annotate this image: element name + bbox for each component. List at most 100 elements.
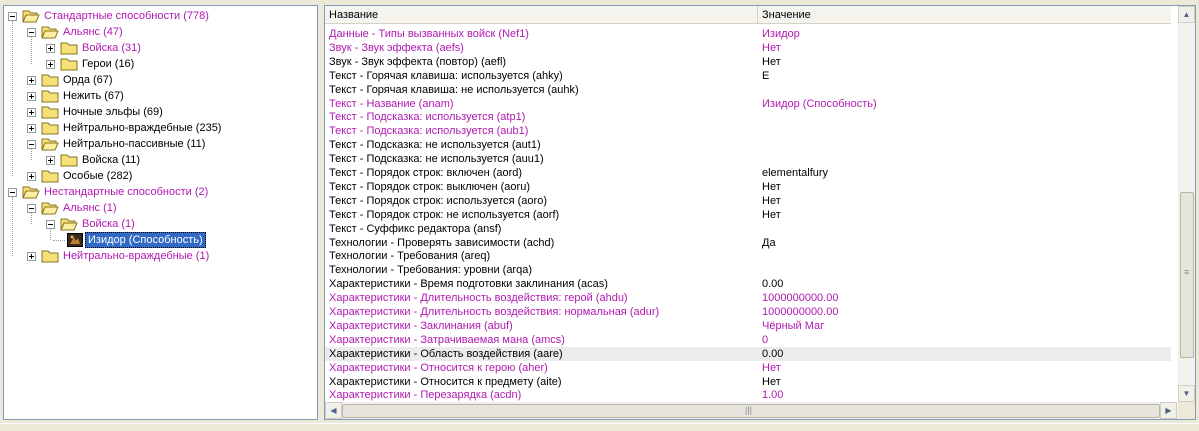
property-value[interactable]: Нет bbox=[762, 194, 781, 208]
expand-icon[interactable] bbox=[27, 124, 36, 133]
tree-item[interactable]: Нейтрально-враждебные (1) bbox=[4, 248, 317, 264]
column-header-name[interactable]: Название bbox=[325, 6, 758, 24]
property-value[interactable]: 0.00 bbox=[762, 347, 783, 361]
property-value[interactable]: 1000000000.00 bbox=[762, 291, 838, 305]
property-value[interactable]: Нет bbox=[762, 41, 781, 55]
collapse-icon[interactable] bbox=[27, 28, 36, 37]
vertical-scrollbar[interactable]: ▲ ≡ ▼ bbox=[1178, 6, 1195, 402]
tree-item[interactable]: Особые (282) bbox=[4, 168, 317, 184]
property-row[interactable]: Технологии - Требования (areq) bbox=[325, 249, 1171, 263]
property-row[interactable]: Характеристики - Заклинания (abuf) Чёрный… bbox=[325, 319, 1171, 333]
tree-item[interactable]: Изидор (Способность) bbox=[4, 232, 317, 248]
tree-item-label: Изидор (Способность) bbox=[85, 232, 206, 248]
property-row[interactable]: Текст - Подсказка: используется (atp1) bbox=[325, 110, 1171, 124]
scroll-up-icon[interactable]: ▲ bbox=[1178, 6, 1195, 23]
property-value[interactable]: 0.00 bbox=[762, 277, 783, 291]
property-value[interactable]: Нет bbox=[762, 55, 781, 69]
property-row[interactable]: Характеристики - Длительность воздействи… bbox=[325, 305, 1171, 319]
property-value[interactable]: Изидор bbox=[762, 27, 800, 41]
expand-icon[interactable] bbox=[27, 172, 36, 181]
property-row[interactable]: Данные - Типы вызванных войск (Nef1) Изид… bbox=[325, 27, 1171, 41]
property-row[interactable]: Текст - Подсказка: используется (aub1) bbox=[325, 124, 1171, 138]
folder-icon bbox=[41, 25, 59, 39]
tree-item[interactable]: Войска (1) bbox=[4, 216, 317, 232]
property-name: Текст - Горячая клавиша: не используется… bbox=[329, 83, 579, 96]
property-row[interactable]: Текст - Порядок строк: используется (aor… bbox=[325, 194, 1171, 208]
property-value[interactable]: Нет bbox=[762, 180, 781, 194]
tree-item[interactable]: Орда (67) bbox=[4, 72, 317, 88]
property-value[interactable]: Нет bbox=[762, 208, 781, 222]
collapse-icon[interactable] bbox=[8, 12, 17, 21]
tree-item[interactable]: Нейтрально-пассивные (11) bbox=[4, 136, 317, 152]
collapse-icon[interactable] bbox=[27, 204, 36, 213]
property-row[interactable]: Технологии - Проверять зависимости (achd… bbox=[325, 236, 1171, 250]
vertical-scroll-thumb[interactable]: ≡ bbox=[1180, 192, 1194, 358]
property-row[interactable]: Текст - Подсказка: не используется (aut1… bbox=[325, 138, 1171, 152]
property-row[interactable]: Технологии - Требования: уровни (arqa) bbox=[325, 263, 1171, 277]
property-row[interactable]: Текст - Порядок строк: выключен (aoru) Не… bbox=[325, 180, 1171, 194]
horizontal-scroll-thumb[interactable]: ||| bbox=[342, 404, 1160, 418]
property-row[interactable]: Характеристики - Перезарядка (acdn) 1.00 bbox=[325, 388, 1171, 402]
property-row[interactable]: Характеристики - Время подготовки заклин… bbox=[325, 277, 1171, 291]
property-value[interactable]: Да bbox=[762, 236, 776, 250]
tree-item[interactable]: Альянс (47) bbox=[4, 24, 317, 40]
horizontal-scrollbar[interactable]: ◀ ||| ▶ bbox=[325, 402, 1178, 419]
ability-tree[interactable]: Стандартные способности (778) Альянс (47)… bbox=[3, 5, 318, 420]
tree-item[interactable]: Ночные эльфы (69) bbox=[4, 104, 317, 120]
collapse-icon[interactable] bbox=[46, 220, 55, 229]
property-name: Звук - Звук эффекта (aefs) bbox=[329, 41, 464, 54]
property-value[interactable]: Нет bbox=[762, 361, 781, 375]
property-row[interactable]: Текст - Порядок строк: включен (aord) ele… bbox=[325, 166, 1171, 180]
expand-icon[interactable] bbox=[27, 108, 36, 117]
tree-item[interactable]: Нежить (67) bbox=[4, 88, 317, 104]
expand-icon[interactable] bbox=[46, 156, 55, 165]
tree-item[interactable]: Стандартные способности (778) bbox=[4, 8, 317, 24]
tree-item-label: Ночные эльфы (69) bbox=[63, 106, 163, 118]
property-row[interactable]: Характеристики - Относится к герою (aher… bbox=[325, 361, 1171, 375]
property-value[interactable]: E bbox=[762, 69, 769, 83]
expand-icon[interactable] bbox=[27, 76, 36, 85]
property-row[interactable]: Текст - Горячая клавиша: не используется… bbox=[325, 83, 1171, 97]
ability-icon bbox=[67, 233, 85, 247]
tree-item[interactable]: Герои (16) bbox=[4, 56, 317, 72]
property-row[interactable]: Текст - Суффикс редактора (ansf) bbox=[325, 222, 1171, 236]
property-row[interactable]: Текст - Название (anam) Изидор (Способнос… bbox=[325, 97, 1171, 111]
tree-item[interactable]: Войска (31) bbox=[4, 40, 317, 56]
tree-item-label: Нежить (67) bbox=[63, 90, 124, 102]
property-value[interactable]: elementalfury bbox=[762, 166, 828, 180]
property-row[interactable]: Характеристики - Относится к предмету (a… bbox=[325, 375, 1171, 389]
tree-item[interactable]: Нейтрально-враждебные (235) bbox=[4, 120, 317, 136]
collapse-icon[interactable] bbox=[27, 140, 36, 149]
property-value[interactable]: Изидор (Способность) bbox=[762, 97, 877, 111]
property-row[interactable]: Текст - Порядок строк: не используется (… bbox=[325, 208, 1171, 222]
collapse-icon[interactable] bbox=[8, 188, 17, 197]
property-row[interactable]: Текст - Горячая клавиша: используется (a… bbox=[325, 69, 1171, 83]
property-name: Технологии - Проверять зависимости (achd… bbox=[329, 236, 555, 249]
expand-icon[interactable] bbox=[27, 252, 36, 261]
property-value[interactable]: Нет bbox=[762, 375, 781, 389]
scroll-right-icon[interactable]: ▶ bbox=[1160, 402, 1177, 419]
scroll-down-icon[interactable]: ▼ bbox=[1178, 385, 1195, 402]
scroll-left-icon[interactable]: ◀ bbox=[325, 402, 342, 419]
property-row[interactable]: Звук - Звук эффекта (aefs) Нет bbox=[325, 41, 1171, 55]
property-row[interactable]: Характеристики - Длительность воздействи… bbox=[325, 291, 1171, 305]
property-name: Текст - Порядок строк: выключен (aoru) bbox=[329, 180, 530, 193]
property-row[interactable]: Текст - Подсказка: не используется (auu1… bbox=[325, 152, 1171, 166]
property-value[interactable]: 0 bbox=[762, 333, 768, 347]
expand-icon[interactable] bbox=[27, 92, 36, 101]
column-header-value[interactable]: Значение bbox=[758, 6, 1171, 24]
property-value[interactable]: Чёрный Маг bbox=[762, 319, 824, 333]
tree-item-label: Нейтрально-враждебные (1) bbox=[63, 250, 210, 262]
tree-item[interactable]: Нестандартные способности (2) bbox=[4, 184, 317, 200]
folder-icon bbox=[60, 153, 78, 167]
expand-icon[interactable] bbox=[46, 44, 55, 53]
property-name: Текст - Порядок строк: включен (aord) bbox=[329, 167, 523, 179]
expand-icon[interactable] bbox=[46, 60, 55, 69]
property-value[interactable]: 1.00 bbox=[762, 388, 783, 402]
tree-item[interactable]: Войска (11) bbox=[4, 152, 317, 168]
property-value[interactable]: 1000000000.00 bbox=[762, 305, 838, 319]
tree-item[interactable]: Альянс (1) bbox=[4, 200, 317, 216]
property-row[interactable]: Характеристики - Область воздействия (aa… bbox=[325, 346, 1171, 361]
property-row[interactable]: Звук - Звук эффекта (повтор) (aefl) Нет bbox=[325, 55, 1171, 69]
property-row[interactable]: Характеристики - Затрачиваемая мана (amc… bbox=[325, 333, 1171, 347]
